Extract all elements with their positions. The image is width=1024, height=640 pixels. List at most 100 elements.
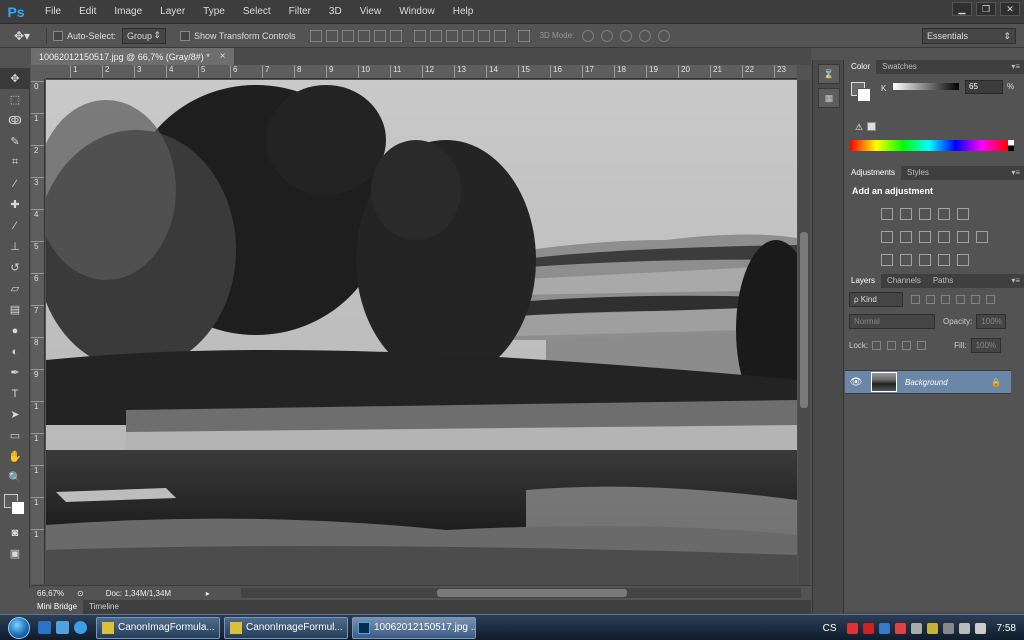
menu-layer[interactable]: Layer <box>151 0 194 24</box>
3d-roll-icon[interactable] <box>601 29 614 42</box>
fill-field[interactable]: 100% <box>970 338 1001 353</box>
curves-icon[interactable] <box>919 208 931 220</box>
invert-icon[interactable] <box>881 254 893 266</box>
layer-filter-kind-dropdown[interactable]: ρ Kind <box>849 292 903 307</box>
zoom-tool[interactable]: 🔍 <box>0 467 30 488</box>
system-clock[interactable]: 7:58 <box>997 623 1016 634</box>
tab-mini-bridge[interactable]: Mini Bridge <box>31 600 84 614</box>
update-icon[interactable] <box>894 622 906 634</box>
tab-timeline[interactable]: Timeline <box>83 600 125 614</box>
menu-edit[interactable]: Edit <box>70 0 105 24</box>
path-select-tool[interactable]: ➤ <box>0 404 30 425</box>
crop-tool[interactable]: ⌗ <box>0 152 30 173</box>
history-brush-tool[interactable]: ↺ <box>0 257 30 278</box>
clone-stamp-tool[interactable]: ⊥ <box>0 236 30 257</box>
posterize-icon[interactable] <box>900 254 912 266</box>
auto-align-icon[interactable] <box>517 29 530 42</box>
bluetooth-icon[interactable] <box>878 622 890 634</box>
k-channel-value[interactable]: 65 <box>965 80 1003 94</box>
tab-channels[interactable]: Channels <box>881 274 927 288</box>
exposure-icon[interactable] <box>938 208 950 220</box>
close-icon[interactable]: × <box>220 51 226 62</box>
align-left-icon[interactable] <box>357 29 370 42</box>
zoom-level[interactable]: 66,67% <box>37 589 77 598</box>
horizontal-scrollbar-thumb[interactable] <box>437 589 627 597</box>
healing-brush-tool[interactable]: ✚ <box>0 194 30 215</box>
gradient-map-icon[interactable] <box>957 254 969 266</box>
gradient-tool[interactable]: ▤ <box>0 299 30 320</box>
align-top-icon[interactable] <box>309 29 322 42</box>
tab-adjustments[interactable]: Adjustments <box>845 166 902 180</box>
panel-menu-icon[interactable]: ▾≡ <box>1011 60 1020 74</box>
antivirus-icon[interactable] <box>846 622 858 634</box>
brightness-contrast-icon[interactable] <box>881 208 893 220</box>
auto-select-checkbox[interactable] <box>53 30 63 41</box>
distribute-left-icon[interactable] <box>461 29 474 42</box>
tab-swatches[interactable]: Swatches <box>876 60 923 74</box>
start-button[interactable] <box>0 615 38 640</box>
align-right-icon[interactable] <box>389 29 402 42</box>
horizontal-scrollbar[interactable] <box>241 588 801 598</box>
status-menu-arrow-icon[interactable]: ▸ <box>206 589 210 598</box>
menu-filter[interactable]: Filter <box>280 0 320 24</box>
network-icon[interactable] <box>910 622 922 634</box>
pen-tool[interactable]: ✒ <box>0 362 30 383</box>
close-button[interactable]: ✕ <box>1000 2 1020 16</box>
background-color-swatch[interactable] <box>11 501 25 515</box>
black-white-icon[interactable] <box>919 231 931 243</box>
explorer-icon[interactable] <box>56 621 69 634</box>
panel-menu-icon[interactable]: ▾≡ <box>1011 274 1020 288</box>
gamut-warning-swatch[interactable] <box>867 122 876 131</box>
eraser-tool[interactable]: ▱ <box>0 278 30 299</box>
menu-select[interactable]: Select <box>234 0 280 24</box>
status-info-icon[interactable]: ⊙ <box>77 589 84 598</box>
hue-saturation-icon[interactable] <box>881 231 893 243</box>
menu-view[interactable]: View <box>351 0 391 24</box>
show-desktop-icon[interactable] <box>38 621 51 634</box>
hand-tool[interactable]: ✋ <box>0 446 30 467</box>
filter-shape-icon[interactable] <box>956 295 965 304</box>
screen-mode-button[interactable]: ▣ <box>0 543 30 564</box>
color-spectrum-ramp[interactable] <box>850 140 1008 151</box>
menu-window[interactable]: Window <box>390 0 444 24</box>
menu-image[interactable]: Image <box>105 0 151 24</box>
lock-pixels-icon[interactable] <box>887 341 897 350</box>
quick-select-tool[interactable]: ✎ <box>0 131 30 152</box>
menu-file[interactable]: File <box>36 0 70 24</box>
align-bottom-icon[interactable] <box>341 29 354 42</box>
auto-select-dropdown[interactable]: Group ⇕ <box>122 27 167 44</box>
photo-filter-icon[interactable] <box>938 231 950 243</box>
brush-tool[interactable]: ∕ <box>0 215 30 236</box>
3d-slide-icon[interactable] <box>639 29 652 42</box>
show-transform-checkbox[interactable] <box>180 30 191 41</box>
shield-icon[interactable] <box>926 622 938 634</box>
filter-smart-object-icon[interactable] <box>971 295 980 304</box>
filter-adjustment-icon[interactable] <box>926 295 935 304</box>
move-tool[interactable]: ✥ <box>0 68 30 89</box>
language-indicator[interactable]: CS <box>823 623 837 634</box>
vertical-scrollbar[interactable] <box>798 80 810 585</box>
document-tab[interactable]: 10062012150517.jpg @ 66,7% (Gray/8#) * × <box>31 48 234 65</box>
restore-button[interactable]: ❐ <box>976 2 996 16</box>
color-panel-background[interactable] <box>857 88 871 102</box>
type-tool[interactable]: T <box>0 383 30 404</box>
tab-color[interactable]: Color <box>845 60 877 74</box>
move-tool-preset-icon[interactable]: ✥▾ <box>14 29 40 43</box>
properties-panel-icon[interactable]: ▦ <box>818 88 840 108</box>
taskbar-item-photoshop[interactable]: 10062012150517.jpg ... <box>352 616 476 639</box>
tab-paths[interactable]: Paths <box>927 274 959 288</box>
channel-mixer-icon[interactable] <box>957 231 969 243</box>
lock-position-icon[interactable] <box>902 341 912 350</box>
3d-rotate-icon[interactable] <box>582 29 595 42</box>
tab-styles[interactable]: Styles <box>901 166 935 180</box>
panel-menu-icon[interactable]: ▾≡ <box>1011 166 1020 180</box>
eye-icon[interactable]: 👁 <box>845 377 867 388</box>
taskbar-item-canon-2[interactable]: CanonImageFormul... <box>224 616 348 639</box>
black-white-ramp[interactable] <box>1008 140 1014 151</box>
minimize-button[interactable]: ▁ <box>952 2 972 16</box>
align-vcenter-icon[interactable] <box>325 29 338 42</box>
blend-mode-dropdown[interactable]: Normal <box>849 314 935 329</box>
distribute-hcenter-icon[interactable] <box>477 29 490 42</box>
vertical-scrollbar-thumb[interactable] <box>800 232 808 408</box>
color-balance-icon[interactable] <box>900 231 912 243</box>
